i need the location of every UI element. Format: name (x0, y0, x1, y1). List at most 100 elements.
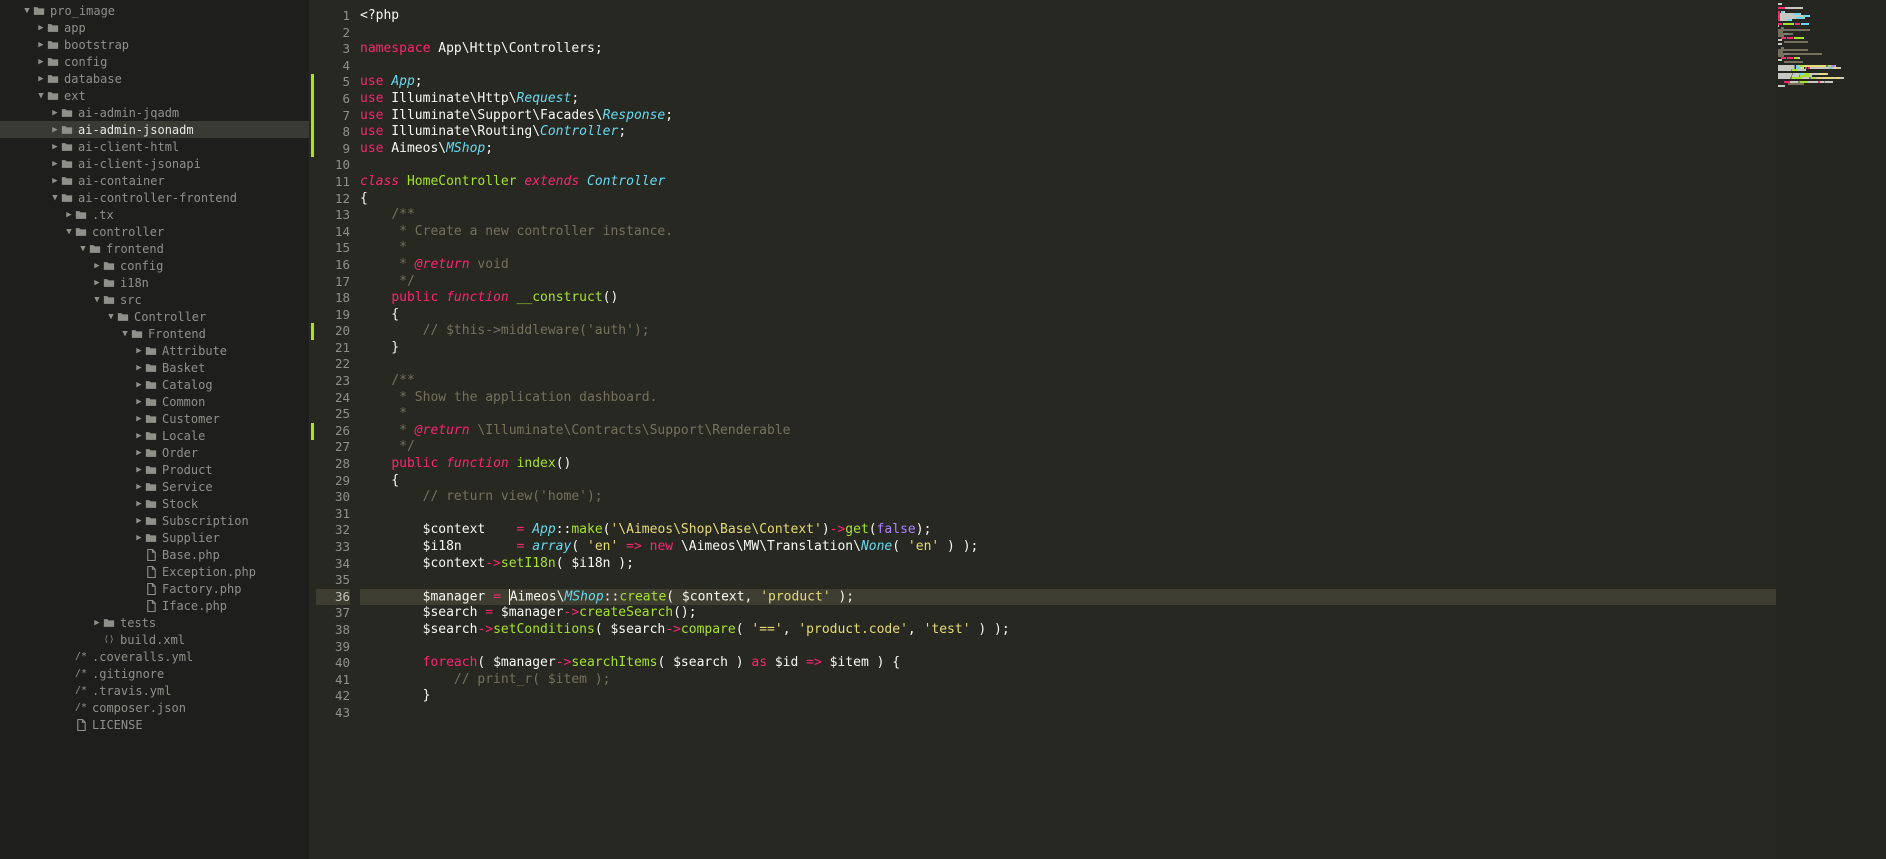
tree-arrow-icon[interactable]: ▼ (36, 91, 46, 101)
code-line[interactable] (360, 705, 1776, 722)
tree-arrow-icon[interactable]: ▶ (50, 159, 60, 169)
code-line[interactable]: use Illuminate\Support\Facades\Response; (360, 108, 1776, 125)
tree-arrow-icon[interactable]: ▼ (64, 227, 74, 237)
tree-arrow-icon[interactable]: ▶ (134, 414, 144, 424)
tree-arrow-icon[interactable]: ▶ (134, 465, 144, 475)
tree-item--coveralls-yml[interactable]: .coveralls.yml (0, 648, 309, 665)
tree-item-catalog[interactable]: ▶Catalog (0, 376, 309, 393)
code-line[interactable]: */ (360, 274, 1776, 291)
tree-item-controller[interactable]: ▼Controller (0, 308, 309, 325)
code-line[interactable]: $manager = Aimeos\MShop::create( $contex… (360, 589, 1776, 606)
tree-item--gitignore[interactable]: .gitignore (0, 665, 309, 682)
tree-item-config[interactable]: ▶config (0, 257, 309, 274)
tree-item-config[interactable]: ▶config (0, 53, 309, 70)
tree-item-ai-admin-jsonadm[interactable]: ▶ai-admin-jsonadm (0, 121, 309, 138)
tree-arrow-icon[interactable]: ▼ (120, 329, 130, 339)
tree-arrow-icon[interactable]: ▶ (50, 125, 60, 135)
tree-item-order[interactable]: ▶Order (0, 444, 309, 461)
tree-item-ai-controller-frontend[interactable]: ▼ai-controller-frontend (0, 189, 309, 206)
code-line[interactable]: use Aimeos\MShop; (360, 141, 1776, 158)
tree-arrow-icon[interactable]: ▶ (134, 482, 144, 492)
code-line[interactable]: * Show the application dashboard. (360, 390, 1776, 407)
tree-item-exception-php[interactable]: Exception.php (0, 563, 309, 580)
tree-item-service[interactable]: ▶Service (0, 478, 309, 495)
tree-arrow-icon[interactable]: ▶ (36, 57, 46, 67)
tree-item-pro-image[interactable]: ▼pro_image (0, 2, 309, 19)
tree-item-supplier[interactable]: ▶Supplier (0, 529, 309, 546)
tree-arrow-icon[interactable]: ▶ (50, 108, 60, 118)
code-line[interactable] (360, 25, 1776, 42)
code-line[interactable]: } (360, 340, 1776, 357)
code-line[interactable]: // print_r( $item ); (360, 672, 1776, 689)
tree-item-bootstrap[interactable]: ▶bootstrap (0, 36, 309, 53)
tree-item-license[interactable]: LICENSE (0, 716, 309, 733)
code-line[interactable]: class HomeController extends Controller (360, 174, 1776, 191)
tree-arrow-icon[interactable]: ▶ (134, 499, 144, 509)
tree-arrow-icon[interactable]: ▶ (134, 533, 144, 543)
code-line[interactable]: { (360, 191, 1776, 208)
tree-item-app[interactable]: ▶app (0, 19, 309, 36)
tree-arrow-icon[interactable]: ▶ (134, 346, 144, 356)
code-editor[interactable]: 1234567891011121314151617181920212223242… (310, 0, 1776, 859)
tree-arrow-icon[interactable]: ▼ (106, 312, 116, 322)
code-line[interactable]: * @return void (360, 257, 1776, 274)
tree-item-tests[interactable]: ▶tests (0, 614, 309, 631)
tree-item-ext[interactable]: ▼ext (0, 87, 309, 104)
code-line[interactable]: * Create a new controller instance. (360, 224, 1776, 241)
code-line[interactable]: * (360, 240, 1776, 257)
code-line[interactable]: // return view('home'); (360, 489, 1776, 506)
code-line[interactable]: * @return \Illuminate\Contracts\Support\… (360, 423, 1776, 440)
file-explorer-sidebar[interactable]: ▼pro_image▶app▶bootstrap▶config▶database… (0, 0, 310, 859)
tree-arrow-icon[interactable]: ▶ (134, 431, 144, 441)
code-line[interactable]: */ (360, 439, 1776, 456)
code-line[interactable]: namespace App\Http\Controllers; (360, 41, 1776, 58)
tree-arrow-icon[interactable]: ▶ (64, 210, 74, 220)
code-line[interactable]: /** (360, 373, 1776, 390)
code-line[interactable]: use App; (360, 74, 1776, 91)
code-line[interactable]: use Illuminate\Http\Request; (360, 91, 1776, 108)
tree-item-locale[interactable]: ▶Locale (0, 427, 309, 444)
tree-arrow-icon[interactable]: ▼ (22, 6, 32, 16)
minimap[interactable] (1776, 0, 1886, 859)
code-line[interactable]: use Illuminate\Routing\Controller; (360, 124, 1776, 141)
tree-arrow-icon[interactable]: ▶ (36, 74, 46, 84)
tree-item-frontend[interactable]: ▼Frontend (0, 325, 309, 342)
tree-item-product[interactable]: ▶Product (0, 461, 309, 478)
tree-item-subscription[interactable]: ▶Subscription (0, 512, 309, 529)
code-line[interactable]: public function __construct() (360, 290, 1776, 307)
tree-item-build-xml[interactable]: build.xml (0, 631, 309, 648)
code-line[interactable]: <?php (360, 8, 1776, 25)
tree-arrow-icon[interactable]: ▶ (92, 618, 102, 628)
code-line[interactable]: $i18n = array( 'en' => new \Aimeos\MW\Tr… (360, 539, 1776, 556)
code-line[interactable]: $search->setConditions( $search->compare… (360, 622, 1776, 639)
code-line[interactable] (360, 356, 1776, 373)
code-line[interactable]: /** (360, 207, 1776, 224)
tree-arrow-icon[interactable]: ▶ (92, 278, 102, 288)
tree-item-base-php[interactable]: Base.php (0, 546, 309, 563)
code-line[interactable] (360, 639, 1776, 656)
tree-item-stock[interactable]: ▶Stock (0, 495, 309, 512)
tree-item--travis-yml[interactable]: .travis.yml (0, 682, 309, 699)
tree-item-src[interactable]: ▼src (0, 291, 309, 308)
code-line[interactable]: $context = App::make('\Aimeos\Shop\Base\… (360, 522, 1776, 539)
code-line[interactable]: $search = $manager->createSearch(); (360, 605, 1776, 622)
tree-item-basket[interactable]: ▶Basket (0, 359, 309, 376)
tree-arrow-icon[interactable]: ▶ (134, 363, 144, 373)
tree-arrow-icon[interactable]: ▶ (36, 40, 46, 50)
code-line[interactable]: $context->setI18n( $i18n ); (360, 556, 1776, 573)
tree-arrow-icon[interactable]: ▶ (50, 176, 60, 186)
tree-item-database[interactable]: ▶database (0, 70, 309, 87)
tree-item-ai-container[interactable]: ▶ai-container (0, 172, 309, 189)
code-line[interactable] (360, 58, 1776, 75)
tree-item-iface-php[interactable]: Iface.php (0, 597, 309, 614)
tree-arrow-icon[interactable]: ▶ (134, 448, 144, 458)
tree-arrow-icon[interactable]: ▶ (50, 142, 60, 152)
tree-arrow-icon[interactable]: ▶ (36, 23, 46, 33)
tree-item-factory-php[interactable]: Factory.php (0, 580, 309, 597)
code-line[interactable]: foreach( $manager->searchItems( $search … (360, 655, 1776, 672)
code-line[interactable]: public function index() (360, 456, 1776, 473)
tree-item--tx[interactable]: ▶.tx (0, 206, 309, 223)
tree-item-controller[interactable]: ▼controller (0, 223, 309, 240)
code-line[interactable]: { (360, 473, 1776, 490)
tree-item-ai-admin-jqadm[interactable]: ▶ai-admin-jqadm (0, 104, 309, 121)
